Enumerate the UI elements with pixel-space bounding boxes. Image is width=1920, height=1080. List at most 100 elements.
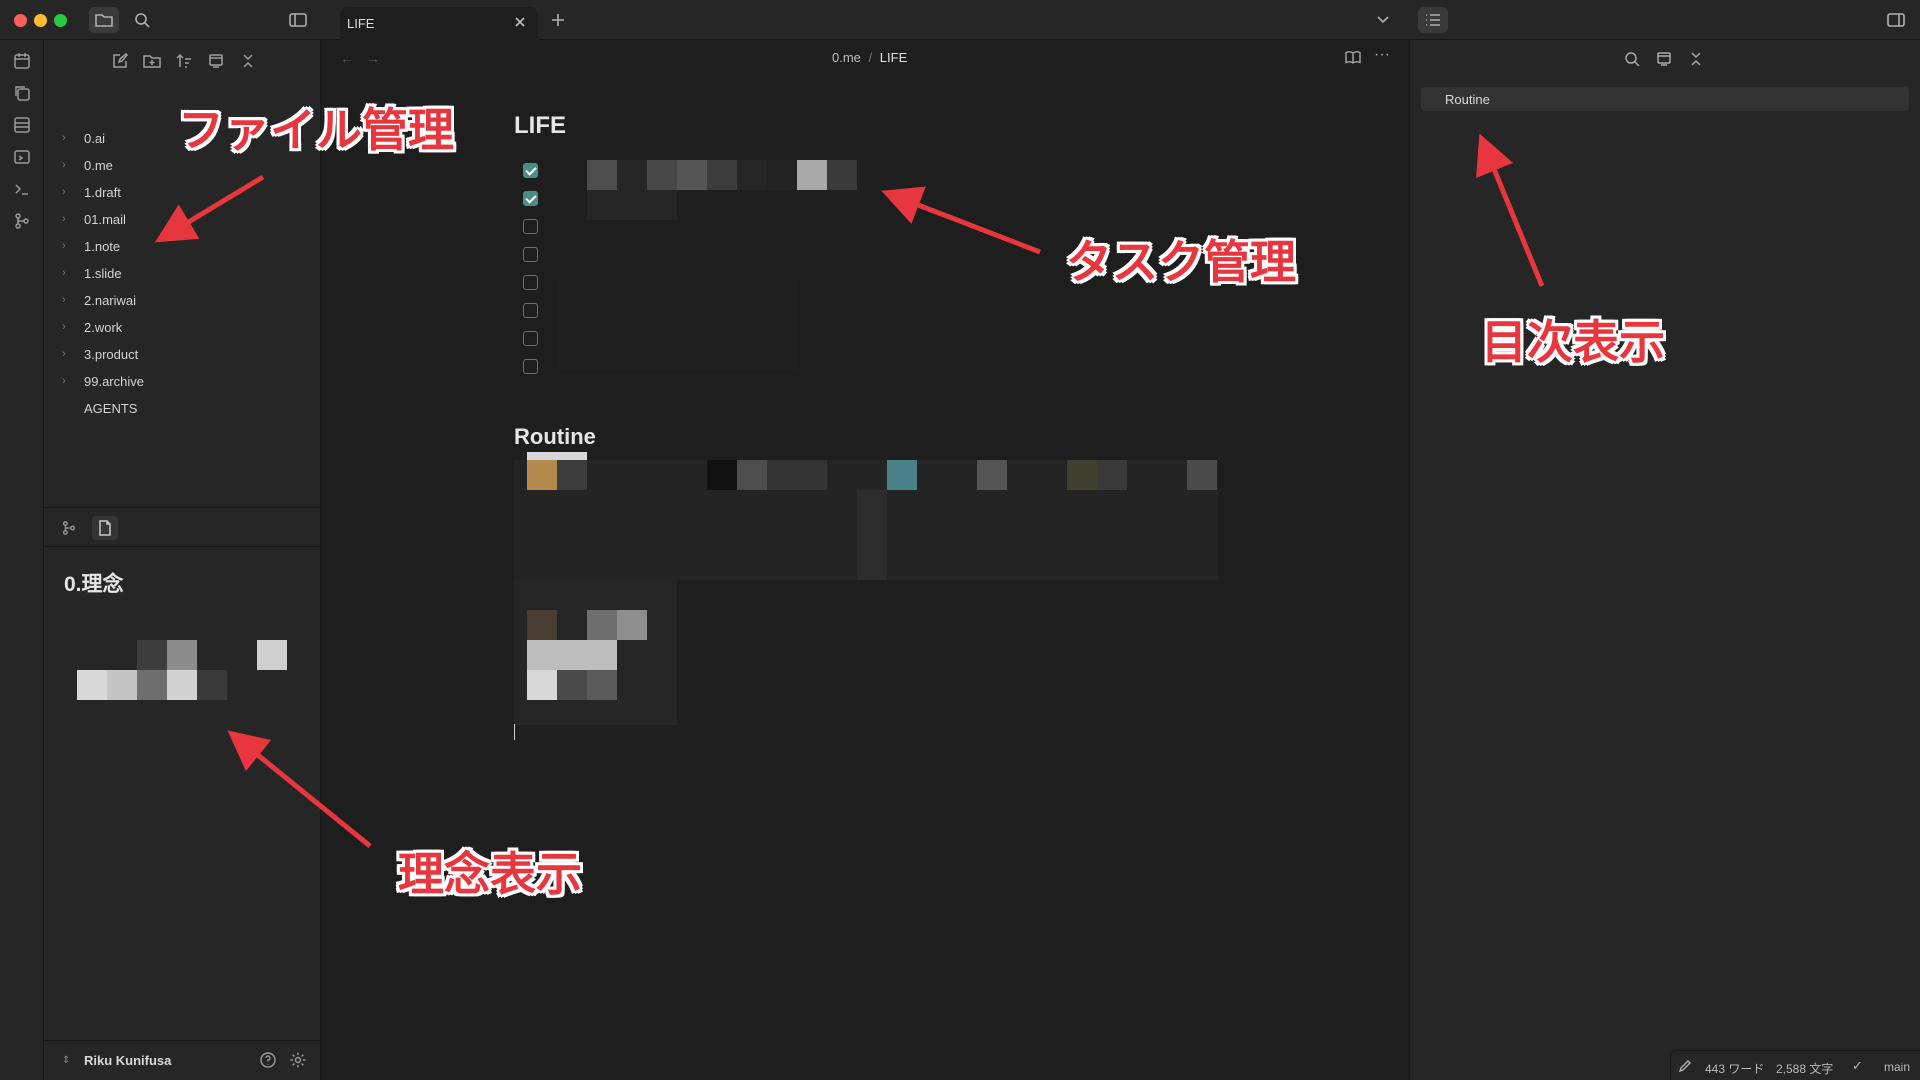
outline-search-button[interactable]	[1624, 51, 1640, 67]
folder-item[interactable]: › 1.note	[62, 235, 312, 257]
folder-item[interactable]: › 99.archive	[62, 370, 312, 392]
file-item[interactable]: AGENTS	[62, 397, 312, 419]
task-checkbox[interactable]	[523, 219, 538, 234]
folder-icon	[95, 14, 113, 27]
mosaic-block	[137, 670, 167, 700]
task-checkbox[interactable]	[523, 331, 538, 346]
more-options-icon[interactable]: ···	[1374, 46, 1390, 64]
philosophy-title: 0.理念	[64, 573, 124, 596]
chevron-right-icon: ›	[62, 213, 66, 225]
reading-view-button[interactable]	[1345, 50, 1361, 64]
slides-button[interactable]	[10, 145, 34, 169]
git-view-tab[interactable]	[57, 517, 81, 539]
chevron-right-icon: ›	[62, 375, 66, 387]
chevron-right-icon: ›	[62, 267, 66, 279]
forward-arrow-icon[interactable]: →	[366, 50, 380, 66]
mosaic-block	[857, 490, 887, 580]
window-icon	[209, 54, 223, 68]
toggle-right-sidebar-button[interactable]	[1881, 7, 1911, 33]
mosaic-block	[1187, 460, 1217, 490]
mosaic-block	[737, 160, 767, 190]
mosaic-block	[527, 670, 557, 700]
mosaic-block	[977, 460, 1007, 490]
annotation-file-management: ファイル管理	[178, 104, 454, 156]
search-icon	[135, 13, 150, 28]
zoom-window-button[interactable]	[54, 14, 67, 27]
outline-item-routine[interactable]: Routine	[1421, 87, 1909, 111]
breadcrumb-parent[interactable]: 0.me	[832, 50, 861, 65]
user-name[interactable]: Riku Kunifusa	[84, 1053, 171, 1068]
vault-switcher-icon[interactable]: ⇕	[62, 1055, 70, 1066]
sort-icon	[176, 53, 191, 68]
tree-item-label: 01.mail	[84, 211, 126, 227]
mosaic-block	[587, 160, 617, 190]
git-branch-label[interactable]: main	[1884, 1060, 1910, 1074]
new-folder-button[interactable]	[139, 50, 165, 72]
mosaic-block	[617, 160, 647, 190]
task-checkbox[interactable]	[523, 359, 538, 374]
folder-item[interactable]: › 2.work	[62, 316, 312, 338]
back-arrow-icon[interactable]: ←	[340, 50, 354, 66]
git-button[interactable]	[10, 209, 34, 233]
tab-list-button[interactable]	[1368, 7, 1398, 33]
title-bar: LIFE	[0, 0, 1920, 40]
sort-button[interactable]	[171, 50, 197, 72]
mosaic-block	[707, 460, 737, 490]
folder-item[interactable]: › 2.nariwai	[62, 289, 312, 311]
chevron-down-icon	[1377, 16, 1389, 24]
terminal-button[interactable]	[10, 177, 34, 201]
outline-panel	[1409, 40, 1920, 1080]
tab-life[interactable]: LIFE	[340, 7, 538, 40]
task-checkbox[interactable]	[523, 163, 538, 178]
mosaic-block	[557, 460, 587, 490]
heading-life: LIFE	[514, 112, 566, 139]
folder-item[interactable]: › 1.slide	[62, 262, 312, 284]
tree-item-label: 2.nariwai	[84, 292, 137, 308]
annotation-toc: 目次表示	[1481, 316, 1665, 368]
settings-button[interactable]	[289, 1051, 307, 1069]
outline-collapse-button[interactable]	[1689, 51, 1703, 67]
char-count: 2,588 文字	[1776, 1062, 1834, 1076]
tree-item-label: 0.me	[84, 157, 113, 173]
help-button[interactable]	[259, 1051, 277, 1069]
kanban-button[interactable]	[10, 113, 34, 137]
collapse-icon	[1691, 52, 1701, 66]
task-checkbox[interactable]	[523, 303, 538, 318]
chevron-right-icon: ›	[62, 348, 66, 360]
mosaic-block	[827, 160, 857, 190]
task-checkbox[interactable]	[523, 247, 538, 262]
collapse-icon	[243, 54, 253, 68]
close-window-button[interactable]	[14, 14, 27, 27]
folder-item[interactable]: › 01.mail	[62, 208, 312, 230]
minimize-window-button[interactable]	[34, 14, 47, 27]
close-tab-button[interactable]	[514, 16, 526, 28]
outline-display-button[interactable]	[1656, 51, 1672, 67]
folder-item[interactable]: › 1.draft	[62, 181, 312, 203]
mosaic-block	[557, 670, 587, 700]
book-open-icon	[1345, 51, 1361, 64]
task-checkbox[interactable]	[523, 275, 538, 290]
copy-button[interactable]	[10, 81, 34, 105]
task-checkbox[interactable]	[523, 191, 538, 206]
calendar-button[interactable]	[10, 49, 34, 73]
annotation-task-management: タスク管理	[1066, 236, 1296, 288]
file-explorer-button[interactable]	[89, 7, 119, 33]
reveal-file-button[interactable]	[203, 50, 229, 72]
new-note-button[interactable]	[107, 50, 133, 72]
new-tab-button[interactable]	[543, 7, 573, 33]
file-view-tab[interactable]	[92, 516, 118, 540]
chevron-right-icon: ›	[62, 294, 66, 306]
cards-icon	[14, 117, 30, 133]
search-button[interactable]	[127, 7, 157, 33]
search-icon	[1625, 52, 1640, 67]
collapse-all-button[interactable]	[235, 50, 261, 72]
mosaic-block	[527, 452, 587, 460]
mosaic-block	[557, 280, 797, 370]
toggle-left-sidebar-button[interactable]	[283, 7, 313, 33]
breadcrumb-current: LIFE	[879, 50, 908, 65]
sidebar-right-icon	[1887, 13, 1905, 27]
outline-toggle-button[interactable]	[1418, 7, 1448, 33]
document-icon	[99, 520, 111, 536]
folder-item[interactable]: › 3.product	[62, 343, 312, 365]
mosaic-block	[587, 670, 617, 700]
